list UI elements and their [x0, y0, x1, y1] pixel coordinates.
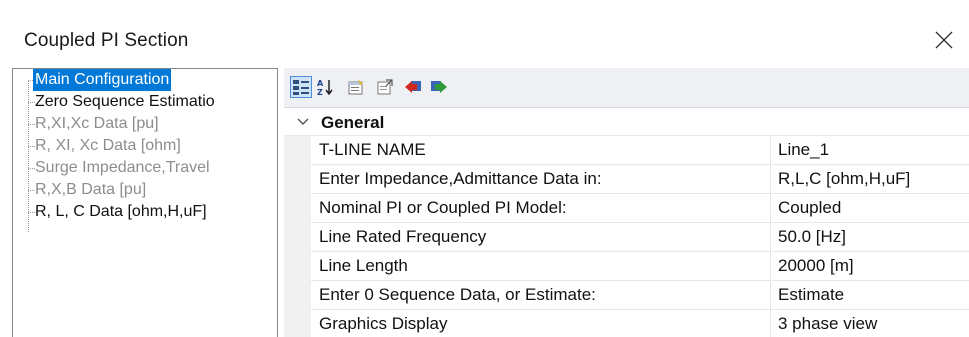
export-icon — [377, 79, 393, 95]
categorized-view-button[interactable] — [290, 76, 312, 98]
sort-alphabetical-icon: A Z — [317, 79, 333, 96]
property-row[interactable]: Line Rated Frequency 50.0 [Hz] — [284, 223, 969, 252]
back-arrow-button[interactable] — [402, 76, 424, 98]
property-value[interactable]: R,L,C [ohm,H,uF] — [772, 165, 969, 194]
section-tree: Main Configuration Zero Sequence Estimat… — [12, 68, 278, 337]
property-value[interactable]: Coupled — [772, 194, 969, 223]
property-name: Enter 0 Sequence Data, or Estimate: — [311, 281, 771, 310]
property-pages-button[interactable] — [345, 76, 367, 98]
property-row[interactable]: Enter Impedance,Admittance Data in: R,L,… — [284, 165, 969, 194]
export-button[interactable] — [374, 76, 396, 98]
row-gutter — [284, 194, 311, 223]
row-gutter — [284, 136, 311, 165]
category-row-general[interactable]: General — [284, 109, 969, 136]
property-name: Graphics Display — [311, 310, 771, 337]
tree-item-surge-impedance[interactable]: Surge Impedance,Travel — [33, 157, 212, 179]
property-value[interactable]: 50.0 [Hz] — [772, 223, 969, 252]
svg-text:A: A — [317, 79, 324, 88]
property-value[interactable]: Line_1 — [772, 136, 969, 165]
close-icon — [935, 31, 953, 49]
property-name: Enter Impedance,Admittance Data in: — [311, 165, 771, 194]
close-button[interactable] — [930, 26, 960, 56]
category-label: General — [321, 113, 385, 132]
forward-arrow-icon — [431, 81, 447, 93]
row-gutter — [284, 281, 311, 310]
property-name: Line Length — [311, 252, 771, 281]
chevron-down-icon[interactable] — [296, 115, 310, 129]
sort-alphabetical-button[interactable]: A Z — [315, 76, 337, 98]
property-grid: A Z General T-LINE NAME Line_1 Enter Imp… — [284, 68, 969, 337]
svg-text:Z: Z — [317, 88, 323, 96]
property-value[interactable]: 20000 [m] — [772, 252, 969, 281]
property-row[interactable]: T-LINE NAME Line_1 — [284, 136, 969, 165]
tree-item-zero-sequence-estimation[interactable]: Zero Sequence Estimatio — [33, 91, 217, 113]
window-title: Coupled PI Section — [24, 30, 189, 51]
property-pages-icon — [348, 79, 363, 95]
tree-item-rlc-ohm[interactable]: R, L, C Data [ohm,H,uF] — [33, 201, 209, 223]
property-row[interactable]: Nominal PI or Coupled PI Model: Coupled — [284, 194, 969, 223]
property-name: Line Rated Frequency — [311, 223, 771, 252]
property-row[interactable]: Graphics Display 3 phase view — [284, 310, 969, 337]
property-row[interactable]: Line Length 20000 [m] — [284, 252, 969, 281]
property-name: Nominal PI or Coupled PI Model: — [311, 194, 771, 223]
row-gutter — [284, 252, 311, 281]
property-value[interactable]: Estimate — [772, 281, 969, 310]
row-gutter — [284, 165, 311, 194]
categorized-view-icon — [293, 80, 309, 95]
property-value[interactable]: 3 phase view — [772, 310, 969, 337]
forward-arrow-button[interactable] — [428, 76, 450, 98]
back-arrow-icon — [405, 81, 421, 93]
row-gutter — [284, 310, 311, 337]
row-gutter — [284, 223, 311, 252]
tree-item-rxlxc-pu[interactable]: R,XI,Xc Data [pu] — [33, 113, 161, 135]
property-row[interactable]: Enter 0 Sequence Data, or Estimate: Esti… — [284, 281, 969, 310]
property-name: T-LINE NAME — [311, 136, 771, 165]
tree-item-rxb-pu[interactable]: R,X,B Data [pu] — [33, 179, 148, 201]
tree-item-main-configuration[interactable]: Main Configuration — [33, 69, 172, 91]
property-toolbar: A Z — [284, 68, 969, 108]
tree-item-rxlxc-ohm[interactable]: R, XI, Xc Data [ohm] — [33, 135, 183, 157]
